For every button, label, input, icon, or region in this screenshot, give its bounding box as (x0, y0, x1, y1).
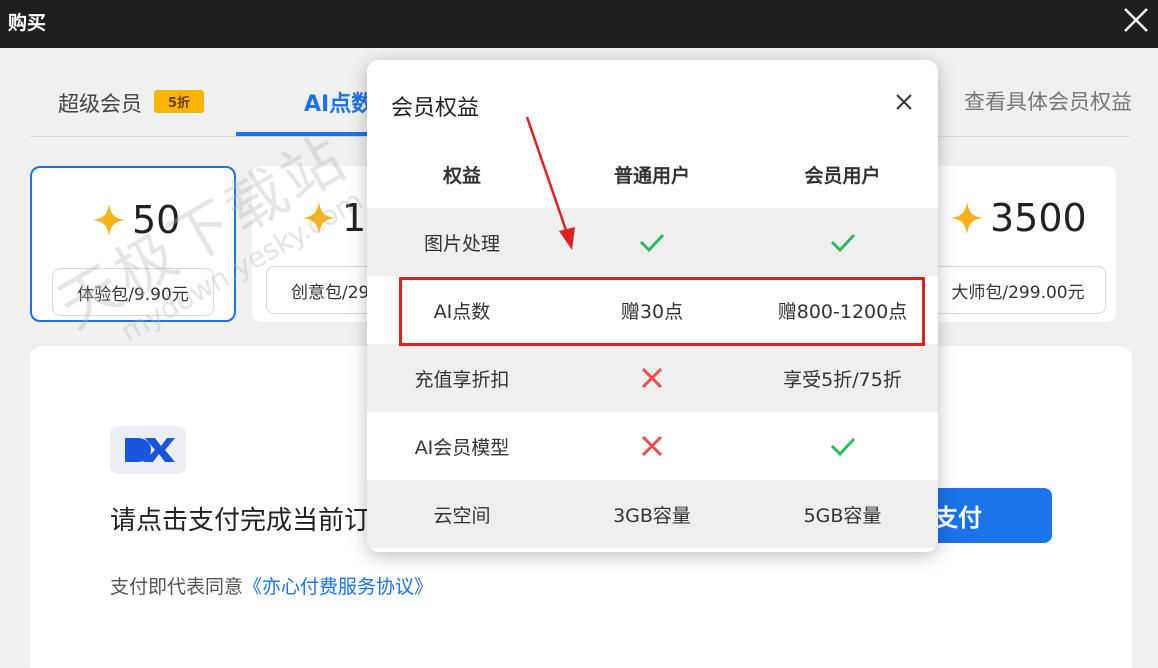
table-row: AI会员模型 (367, 412, 938, 480)
check-icon (830, 437, 855, 457)
sparkle-icon (303, 202, 335, 234)
package-amount-value: 1 (342, 196, 367, 240)
header-member-user: 会员用户 (804, 164, 881, 187)
check-icon (830, 233, 855, 253)
package-amount-value: 50 (132, 198, 181, 242)
annotation-highlight-box (399, 277, 925, 346)
agreement-text: 支付即代表同意《亦心付费服务协议》 (110, 572, 433, 599)
modal-close-icon[interactable] (894, 92, 914, 112)
package-amount: 3500 (950, 196, 1087, 240)
table-row: 充值享折扣 享受5折/75折 (367, 344, 938, 412)
tab-ai-points[interactable]: AI点数 (304, 86, 373, 118)
dx-logo-icon (125, 438, 175, 462)
package-label: 体验包/9.90元 (52, 268, 214, 316)
close-icon[interactable] (1122, 6, 1150, 34)
package-amount: 1 (302, 196, 366, 240)
payment-prompt: 请点击支付完成当前订 (110, 506, 371, 536)
package-label: 大师包/299.00元 (930, 266, 1106, 314)
package-amount-value: 3500 (990, 196, 1087, 240)
member-user-value: 享受5折/75折 (783, 368, 902, 391)
tab-super-member[interactable]: 超级会员 5折 (58, 88, 205, 118)
title-bar: 购买 (0, 0, 1158, 48)
sparkle-icon (93, 204, 125, 236)
table-row: 云空间 3GB容量 5GB容量 (367, 480, 938, 548)
cross-icon (641, 435, 663, 457)
tab-super-member-label: 超级会员 (58, 92, 142, 116)
benefit-name: 云空间 (433, 504, 491, 527)
window-title: 购买 (8, 12, 47, 34)
agreement-prefix: 支付即代表同意 (110, 576, 244, 598)
app-logo (110, 426, 186, 474)
agreement-link[interactable]: 《亦心付费服务协议》 (243, 576, 433, 598)
package-card-master[interactable]: 3500 大师包/299.00元 (920, 166, 1116, 322)
member-user-value: 5GB容量 (803, 504, 882, 527)
cross-icon (641, 367, 663, 389)
benefit-name: 图片处理 (423, 232, 500, 255)
sparkle-icon (951, 202, 983, 234)
table-header-row: 权益 普通用户 会员用户 (367, 140, 938, 208)
header-normal-user: 普通用户 (613, 164, 690, 187)
normal-user-value: 3GB容量 (613, 504, 691, 527)
table-row: 图片处理 (367, 208, 938, 276)
package-amount: 50 (92, 198, 180, 242)
view-benefits-link[interactable]: 查看具体会员权益 (964, 86, 1132, 116)
check-icon (639, 233, 665, 253)
header-benefit: 权益 (442, 164, 481, 187)
package-card-trial[interactable]: 50 体验包/9.90元 (30, 166, 236, 322)
discount-badge: 5折 (154, 90, 205, 113)
benefit-name: 充值享折扣 (414, 368, 510, 391)
benefit-name: AI会员模型 (414, 436, 510, 459)
modal-title: 会员权益 (391, 96, 480, 121)
